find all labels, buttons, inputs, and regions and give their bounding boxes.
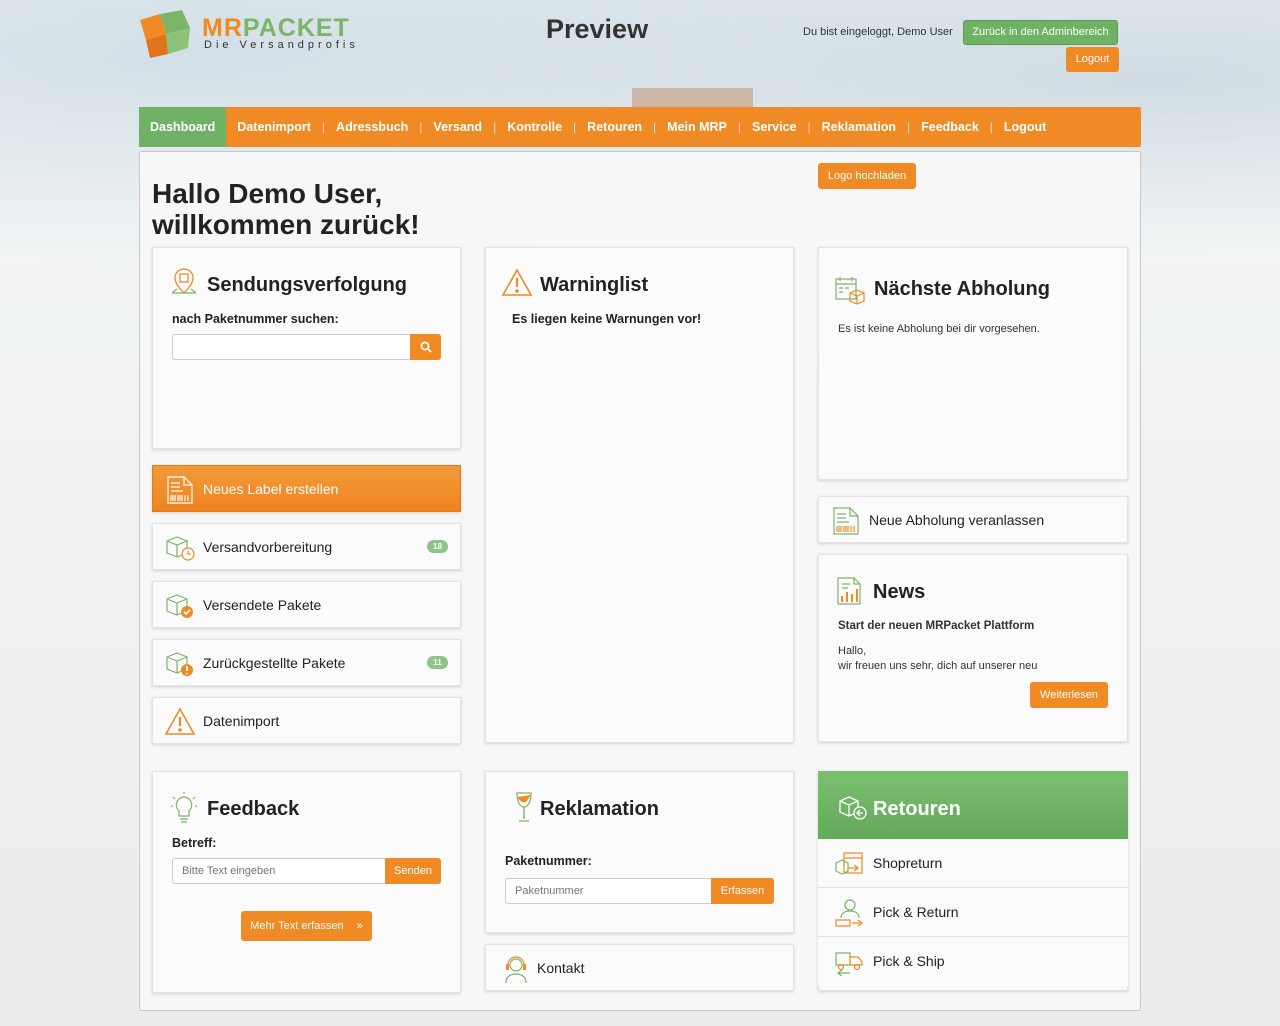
sent-packages-tile[interactable]: Versendete Pakete xyxy=(152,581,461,628)
nav-mein-mrp[interactable]: Mein MRP xyxy=(656,107,738,147)
logo-upload-button[interactable]: Logo hochladen xyxy=(818,163,916,189)
nav-feedback[interactable]: Feedback xyxy=(910,107,990,147)
nav-logout[interactable]: Logout xyxy=(993,107,1057,147)
tracking-label: nach Paketnummer suchen: xyxy=(172,312,339,326)
news-chart-icon xyxy=(836,576,864,606)
shipping-prep-label: Versandvorbereitung xyxy=(203,539,333,555)
nav-separator: | xyxy=(737,120,742,134)
package-return-icon xyxy=(838,795,868,821)
nav-separator: | xyxy=(653,120,657,134)
greeting-line-2: willkommen zurück! xyxy=(152,209,420,240)
new-label-tile[interactable]: Neues Label erstellen xyxy=(152,465,461,512)
nav-versand[interactable]: Versand xyxy=(422,107,493,147)
contact-label: Kontakt xyxy=(537,960,585,976)
returns-item-pick-ship[interactable]: Pick & Ship xyxy=(818,937,1128,986)
search-icon xyxy=(420,341,432,353)
package-alert-icon xyxy=(165,649,197,677)
pickup-message: Es ist keine Abholung bei dir vorgesehen… xyxy=(838,323,1040,335)
mrpacket-logo[interactable]: MRPACKET Die Versandprofis xyxy=(138,10,378,60)
warning-icon xyxy=(501,268,533,298)
label-barcode-icon xyxy=(831,506,863,535)
package-clock-icon xyxy=(165,533,197,561)
nav-kontrolle[interactable]: Kontrolle xyxy=(496,107,573,147)
nav-reklamation[interactable]: Reklamation xyxy=(811,107,907,147)
new-pickup-tile[interactable]: Neue Abholung veranlassen xyxy=(818,496,1128,543)
more-text-button[interactable]: Mehr Text erfassen » xyxy=(241,911,372,941)
returns-item-shopreturn[interactable]: Shopreturn xyxy=(818,839,1128,888)
shop-return-icon xyxy=(834,849,866,879)
logout-button[interactable]: Logout xyxy=(1066,47,1119,72)
feedback-send-button[interactable]: Senden xyxy=(385,858,441,884)
nav-separator: | xyxy=(573,120,577,134)
held-packages-count-badge: 11 xyxy=(427,656,448,669)
nav-separator: | xyxy=(807,120,811,134)
logged-in-text: Du bist eingeloggt, Demo User xyxy=(803,26,953,38)
warninglist-message: Es liegen keine Warnungen vor! xyxy=(512,312,702,326)
pick-return-label: Pick & Return xyxy=(873,904,959,920)
held-packages-label: Zurückgestellte Pakete xyxy=(203,655,346,671)
tracking-search-button[interactable] xyxy=(410,334,441,360)
headset-agent-icon xyxy=(504,954,536,984)
complaint-label: Paketnummer: xyxy=(505,854,592,868)
warning-icon xyxy=(165,707,197,735)
more-text-label: Mehr Text erfassen xyxy=(250,920,344,932)
page-title: Preview xyxy=(546,14,649,44)
read-more-button[interactable]: Weiterlesen xyxy=(1030,682,1108,708)
news-body-line-2: wir freuen uns sehr, dich auf unserer ne… xyxy=(838,660,1038,672)
nav-separator: | xyxy=(321,120,326,134)
nav-separator: | xyxy=(493,120,497,134)
calendar-package-icon xyxy=(834,275,866,307)
location-pin-icon xyxy=(168,266,200,298)
shipping-prep-count-badge: 18 xyxy=(427,540,448,553)
broken-glass-icon xyxy=(513,791,535,823)
returns-title: Retouren xyxy=(873,798,961,820)
complaint-package-input[interactable] xyxy=(505,878,713,904)
nav-service[interactable]: Service xyxy=(741,107,807,147)
nav-separator: | xyxy=(906,120,911,134)
double-chevron-right-icon: » xyxy=(356,920,363,932)
news-title: News xyxy=(873,581,926,603)
pickup-title: Nächste Abholung xyxy=(874,278,1050,300)
nav-separator: | xyxy=(419,120,423,134)
greeting-heading: Hallo Demo User, willkommen zurück! xyxy=(152,178,420,240)
held-packages-tile[interactable]: Zurückgestellte Pakete 11 xyxy=(152,639,461,686)
feedback-title: Feedback xyxy=(207,798,300,820)
feedback-subject-label: Betreff: xyxy=(172,836,217,850)
admin-button[interactable]: Zurück in den Adminbereich xyxy=(963,20,1118,45)
shipping-prep-tile[interactable]: Versandvorbereitung 18 xyxy=(152,523,461,570)
data-import-tile[interactable]: Datenimport xyxy=(152,697,461,744)
logo-cube-icon xyxy=(138,10,192,58)
data-import-label: Datenimport xyxy=(203,713,280,729)
complaint-submit-button[interactable]: Erfassen xyxy=(711,878,774,904)
warninglist-title: Warninglist xyxy=(540,274,649,296)
news-body-line-1: Hallo, xyxy=(838,645,867,657)
tracking-search-input[interactable] xyxy=(172,334,412,360)
sent-packages-label: Versendete Pakete xyxy=(203,597,322,613)
nav-datenimport[interactable]: Datenimport xyxy=(226,107,322,147)
new-label-text: Neues Label erstellen xyxy=(203,481,339,497)
nav-separator: | xyxy=(989,120,993,134)
returns-item-pick-return[interactable]: Pick & Return xyxy=(818,888,1128,937)
shopreturn-label: Shopreturn xyxy=(873,855,943,871)
complaint-title: Reklamation xyxy=(540,798,659,820)
courier-return-icon xyxy=(834,898,866,928)
main-nav: Dashboard Datenimport | Adressbuch | Ver… xyxy=(139,107,1141,147)
contact-tile[interactable]: Kontakt xyxy=(485,944,794,991)
pick-ship-icon xyxy=(834,947,866,977)
tracking-title: Sendungsverfolgung xyxy=(207,274,407,296)
pick-ship-label: Pick & Ship xyxy=(873,953,945,969)
lightbulb-icon xyxy=(170,791,198,823)
feedback-subject-input[interactable] xyxy=(172,858,386,884)
nav-retouren[interactable]: Retouren xyxy=(576,107,653,147)
package-check-icon xyxy=(165,591,197,619)
decorative-tab xyxy=(632,88,753,108)
label-barcode-icon xyxy=(165,475,197,504)
news-headline: Start der neuen MRPacket Plattform xyxy=(838,620,1035,632)
logo-tagline: Die Versandprofis xyxy=(204,39,359,51)
greeting-line-1: Hallo Demo User, xyxy=(152,178,383,209)
nav-adressbuch[interactable]: Adressbuch xyxy=(325,107,419,147)
nav-dashboard[interactable]: Dashboard xyxy=(139,107,227,147)
new-pickup-label: Neue Abholung veranlassen xyxy=(869,512,1045,528)
